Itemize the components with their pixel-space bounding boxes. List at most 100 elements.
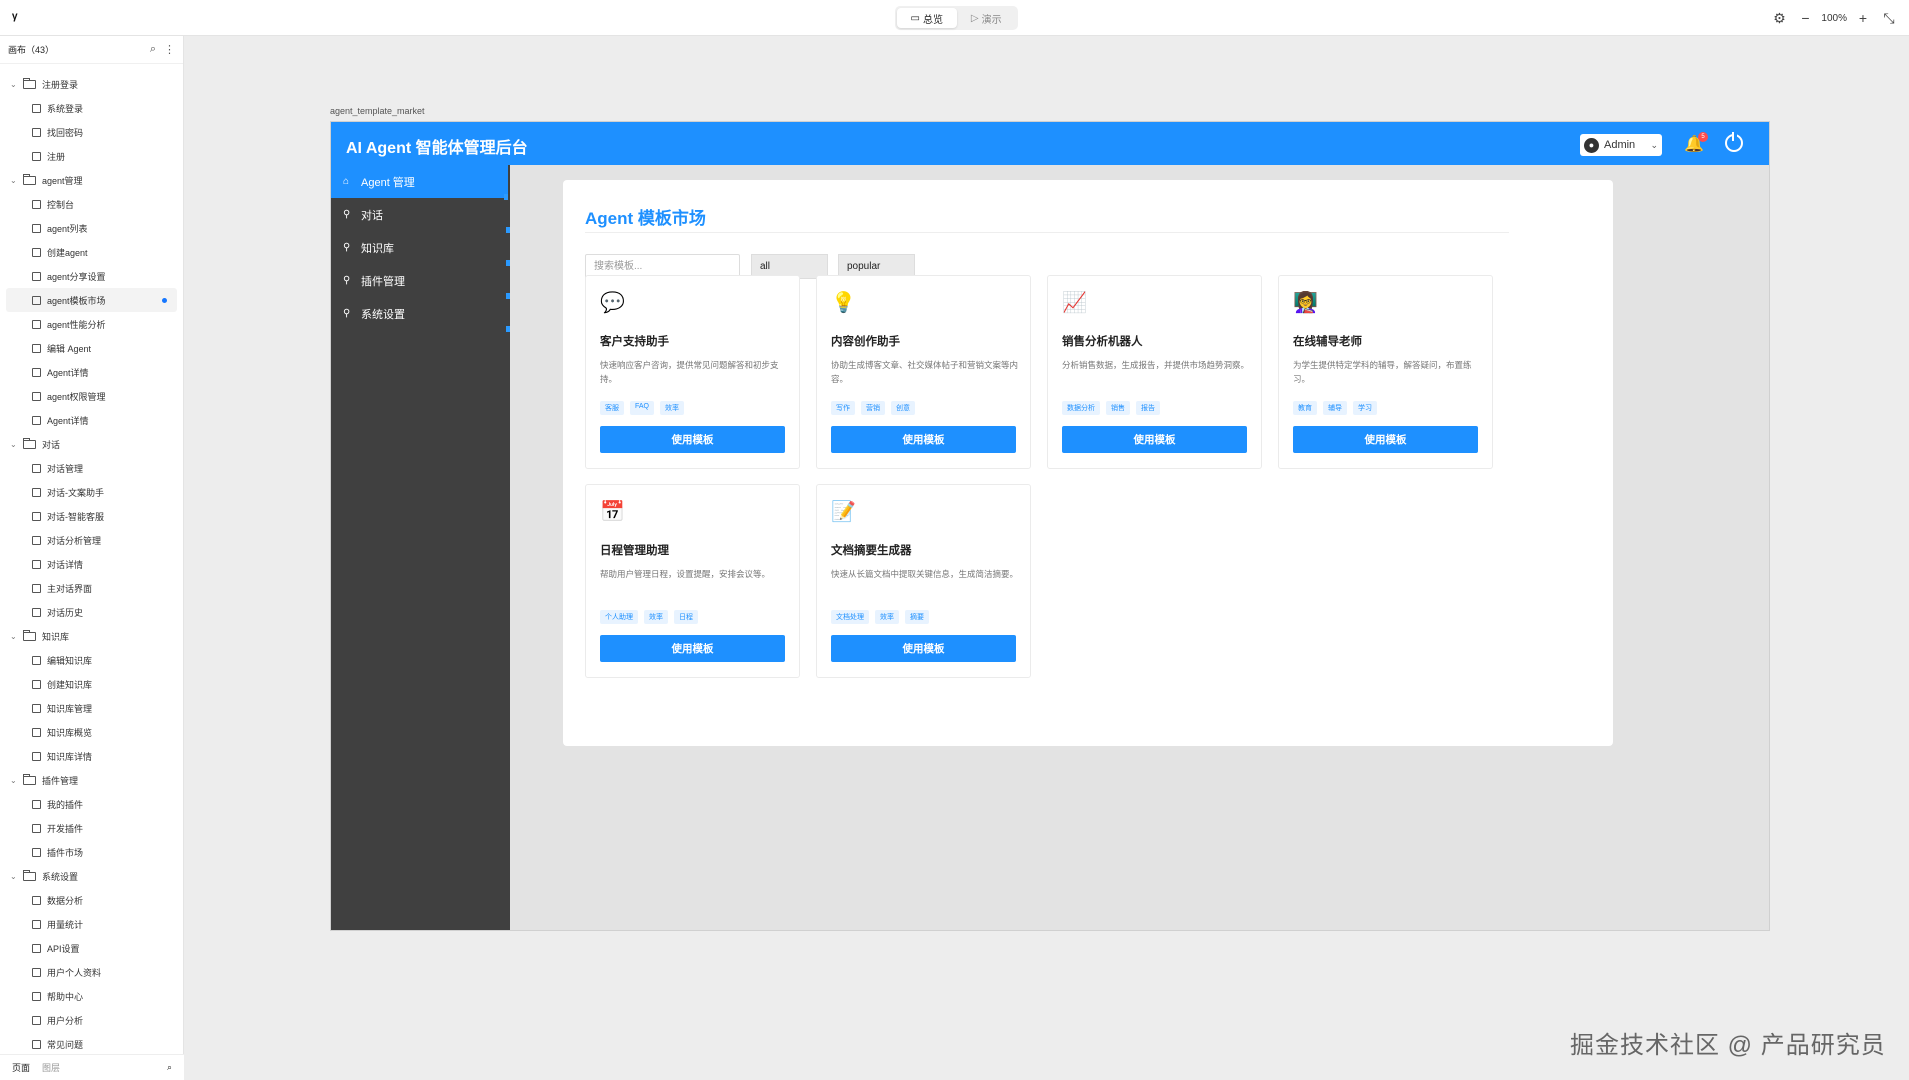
mode-overview-button[interactable]: ▭ 总览 xyxy=(897,8,957,28)
user-select[interactable]: ● Admin ⌄ xyxy=(1580,134,1662,156)
tree-page[interactable]: 用户分析 xyxy=(0,1008,183,1032)
tree-page[interactable]: Agent详情 xyxy=(0,408,183,432)
tree-label: 对话分析管理 xyxy=(47,535,102,546)
tab-layers[interactable]: 图层 xyxy=(42,1061,60,1074)
page-icon xyxy=(32,103,41,113)
power-icon[interactable] xyxy=(1725,132,1743,152)
tree-label: agent性能分析 xyxy=(47,319,106,330)
tag-list: 写作 营销 创意 xyxy=(831,401,915,415)
template-card: 💡 内容创作助手 协助生成博客文章、社交媒体帖子和营销文案等内容。 写作 营销 创意 使用模… xyxy=(816,275,1031,469)
tab-pages[interactable]: 页面 xyxy=(12,1061,30,1074)
tree-label: Agent详情 xyxy=(47,367,89,378)
use-template-button[interactable]: 使用模板 xyxy=(600,426,785,453)
tree-page[interactable]: 数据分析 xyxy=(0,888,183,912)
tree-page[interactable]: API设置 xyxy=(0,936,183,960)
page-icon xyxy=(32,847,41,857)
tree-page[interactable]: 知识库概览 xyxy=(0,720,183,744)
more-icon[interactable]: ⋮ xyxy=(164,43,175,56)
tree-page[interactable]: 常见问题 xyxy=(0,1032,183,1056)
app-logo[interactable]: ᵞ xyxy=(12,10,17,27)
chevron-down-icon[interactable]: ⌄ xyxy=(10,440,20,449)
nav-item[interactable]: ⌂ Agent 管理 xyxy=(331,165,508,200)
zoom-level[interactable]: 100% xyxy=(1821,13,1847,24)
tree-page[interactable]: 用户个人资料 xyxy=(0,960,183,984)
tree-page[interactable]: 对话-文案助手 xyxy=(0,480,183,504)
use-template-button[interactable]: 使用模板 xyxy=(1062,426,1247,453)
collapse-icon[interactable]: ⤡ xyxy=(1881,10,1897,27)
tree-page[interactable]: Agent详情 xyxy=(0,360,183,384)
tree-page[interactable]: 对话历史 xyxy=(0,600,183,624)
tree-page[interactable]: 注册 xyxy=(0,144,183,168)
tree-page[interactable]: 对话分析管理 xyxy=(0,528,183,552)
zoom-out-button[interactable]: − xyxy=(1797,10,1813,26)
tree-page[interactable]: 创建知识库 xyxy=(0,672,183,696)
tree-page[interactable]: 控制台 xyxy=(0,192,183,216)
tree-page[interactable]: 对话详情 xyxy=(0,552,183,576)
tree-group[interactable]: ⌄ 知识库 xyxy=(0,624,183,648)
chevron-down-icon[interactable]: ⌄ xyxy=(10,80,20,89)
tree-group[interactable]: ⌄ 插件管理 xyxy=(0,768,183,792)
use-template-button[interactable]: 使用模板 xyxy=(831,426,1016,453)
tree-page[interactable]: 创建agent xyxy=(0,240,183,264)
tag: 日程 xyxy=(674,610,698,624)
tree-label: 创建知识库 xyxy=(47,679,93,690)
zoom-in-button[interactable]: + xyxy=(1855,10,1871,26)
use-template-button[interactable]: 使用模板 xyxy=(600,635,785,662)
tree-page[interactable]: 编辑知识库 xyxy=(0,648,183,672)
chevron-down-icon[interactable]: ⌄ xyxy=(10,176,20,185)
template-market-panel: Agent 模板市场 all popular 💬客户支持助手快速响应客户咨询，提… xyxy=(563,180,1613,746)
page-icon xyxy=(32,991,41,1001)
tree-group[interactable]: ⌄ 注册登录 xyxy=(0,72,183,96)
tree-label: 编辑 Agent xyxy=(47,343,92,354)
tree-page[interactable]: agent权限管理 xyxy=(0,384,183,408)
chevron-down-icon[interactable]: ⌄ xyxy=(10,632,20,641)
tree-page[interactable]: 主对话界面 xyxy=(0,576,183,600)
nav-item[interactable]: ⚲ 系统设置 xyxy=(331,297,510,332)
search-icon[interactable]: ⌕ xyxy=(167,1062,172,1073)
tree-group[interactable]: ⌄ agent管理 xyxy=(0,168,183,192)
tree-page[interactable]: 帮助中心 xyxy=(0,984,183,1008)
tree-label: 用量统计 xyxy=(47,919,84,930)
home-icon: ⌂ xyxy=(343,176,350,187)
template-card: 👩‍🏫 在线辅导老师 为学生提供特定学科的辅导，解答疑问，布置练习。 教育 辅导 学习 使用… xyxy=(1278,275,1493,469)
nav-label: 对话 xyxy=(361,209,383,222)
folder-icon xyxy=(23,437,36,449)
tree-group[interactable]: ⌄ 对话 xyxy=(0,432,183,456)
page-icon xyxy=(32,751,41,761)
tree-page[interactable]: 我的插件 xyxy=(0,792,183,816)
template-card: 📝 文档摘要生成器 快速从长篇文档中提取关键信息，生成简洁摘要。 文档处理 效率 摘要 使用… xyxy=(816,484,1031,678)
nav-item[interactable]: ⚲ 对话 xyxy=(331,198,510,233)
nav-label: 插件管理 xyxy=(361,275,405,288)
template-name: 内容创作助手 xyxy=(831,336,900,348)
tree-page[interactable]: agent性能分析 xyxy=(0,312,183,336)
use-template-button[interactable]: 使用模板 xyxy=(831,635,1016,662)
tree-page[interactable]: 编辑 Agent xyxy=(0,336,183,360)
tree-page[interactable]: agent分享设置 xyxy=(0,264,183,288)
resize-handle[interactable] xyxy=(506,326,510,332)
tree-page[interactable]: agent列表 xyxy=(0,216,183,240)
tree-group[interactable]: ⌄ 系统设置 xyxy=(0,864,183,888)
settings-sliders-icon[interactable]: ⚙ xyxy=(1771,10,1787,27)
active-indicator xyxy=(162,297,167,303)
search-icon[interactable]: ⌕ xyxy=(150,43,156,56)
tree-page[interactable]: 插件市场 xyxy=(0,840,183,864)
teacher-icon: 👩‍🏫 xyxy=(1293,292,1318,314)
tree-page[interactable]: 用量统计 xyxy=(0,912,183,936)
tree-page[interactable]: 系统登录 xyxy=(0,96,183,120)
tree-page[interactable]: 找回密码 xyxy=(0,120,183,144)
tree-page[interactable]: 知识库管理 xyxy=(0,696,183,720)
tree-page[interactable]: 对话管理 xyxy=(0,456,183,480)
tree-page[interactable]: agent模板市场 xyxy=(6,288,177,312)
chevron-down-icon[interactable]: ⌄ xyxy=(10,872,20,881)
nav-item[interactable]: ⚲ 知识库 xyxy=(331,231,510,266)
tree-page[interactable]: 对话-智能客服 xyxy=(0,504,183,528)
tree-label: 控制台 xyxy=(47,199,75,210)
use-template-button[interactable]: 使用模板 xyxy=(1293,426,1478,453)
nav-item[interactable]: ⚲ 插件管理 xyxy=(331,264,510,299)
page-icon xyxy=(32,223,41,233)
tree-page[interactable]: 知识库详情 xyxy=(0,744,183,768)
user-icon: ⚲ xyxy=(343,242,351,253)
chevron-down-icon[interactable]: ⌄ xyxy=(10,776,20,785)
tree-page[interactable]: 开发插件 xyxy=(0,816,183,840)
mode-present-button[interactable]: ▷ 演示 xyxy=(957,8,1017,28)
